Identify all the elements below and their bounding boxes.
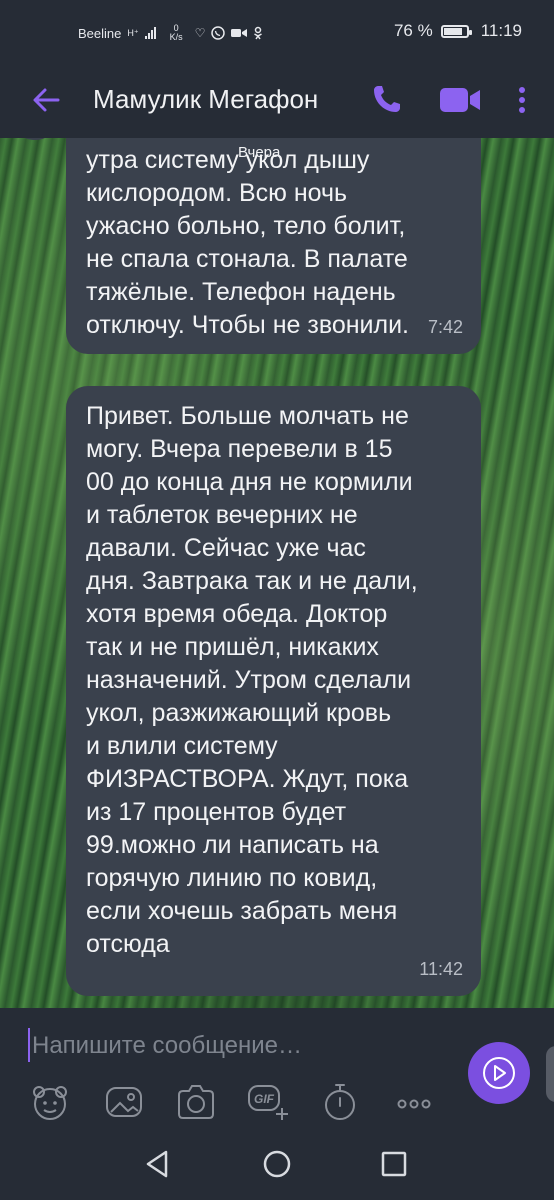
battery-percent: 76 % [393, 21, 433, 40]
message-time: 7:42 [427, 317, 463, 337]
gif-icon[interactable]: GIF [246, 1082, 290, 1122]
sticker-icon[interactable] [28, 1082, 72, 1122]
network-speed: 0 K/s [170, 24, 183, 42]
message-time: 11:42 [419, 959, 463, 979]
clock: 11:19 [480, 21, 522, 40]
status-bar: Beeline H⁺ 0 K/s ♡ 76 % 11:19 [0, 0, 554, 64]
status-left: Beeline H⁺ 0 K/s ♡ [78, 24, 263, 42]
video-call-icon[interactable] [438, 84, 482, 116]
gif-label: GIF [254, 1092, 275, 1106]
message-composer: GIF [0, 1008, 554, 1128]
date-divider: Вчера [238, 144, 281, 161]
signal-icon [144, 27, 156, 39]
carrier-name: Beeline [78, 25, 122, 41]
nav-recents-icon[interactable] [376, 1146, 412, 1182]
odnoklassniki-icon [254, 26, 263, 40]
system-navigation-bar [0, 1128, 554, 1200]
message-text: Привет. Больше молчать не могу. Вчера пе… [86, 402, 418, 958]
status-right: 76 % 11:19 [394, 21, 522, 41]
message-input[interactable] [30, 1028, 454, 1064]
viber-icon [211, 26, 226, 40]
message-text: утра систему укол дышу кислородом. Всю н… [86, 146, 409, 339]
avatar [20, 138, 50, 140]
speed-unit: K/s [169, 32, 183, 42]
more-icon[interactable] [392, 1082, 436, 1122]
video-camera-icon [231, 29, 248, 37]
contact-name[interactable]: Мамулик Мегафон [93, 84, 318, 115]
network-type: H⁺ [127, 27, 139, 38]
battery-icon [440, 24, 472, 38]
message-bubble[interactable]: утра систему укол дышу кислородом. Всю н… [66, 138, 481, 354]
nav-home-icon[interactable] [259, 1146, 295, 1182]
composer-toolbar: GIF [0, 1082, 554, 1122]
heart-pulse-icon: ♡ [194, 26, 206, 40]
camera-icon[interactable] [174, 1082, 218, 1122]
gallery-icon[interactable] [102, 1082, 146, 1122]
more-options-icon[interactable] [512, 82, 532, 118]
chat-area[interactable]: утра систему укол дышу кислородом. Всю н… [0, 138, 554, 1008]
phone-call-icon[interactable] [370, 82, 404, 116]
nav-back-icon[interactable] [140, 1146, 176, 1182]
timer-icon[interactable] [318, 1082, 362, 1122]
back-arrow-icon[interactable] [28, 82, 64, 118]
message-bubble[interactable]: Привет. Больше молчать не могу. Вчера пе… [66, 386, 481, 996]
chat-header: Мамулик Мегафон [0, 64, 554, 138]
